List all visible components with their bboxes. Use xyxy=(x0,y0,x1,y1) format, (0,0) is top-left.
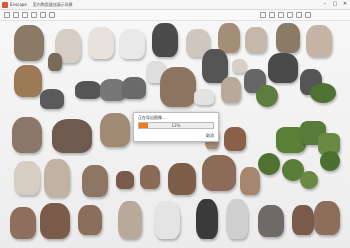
vase xyxy=(100,113,130,147)
vase xyxy=(276,23,300,53)
vase xyxy=(10,207,36,239)
export-icon[interactable] xyxy=(305,12,311,18)
vase xyxy=(314,201,340,235)
scale-icon[interactable] xyxy=(31,12,37,18)
vase xyxy=(168,163,196,195)
move-icon[interactable] xyxy=(13,12,19,18)
vase xyxy=(268,53,298,83)
settings-icon[interactable] xyxy=(278,12,284,18)
vase xyxy=(258,205,284,237)
vase xyxy=(52,119,92,153)
vase xyxy=(44,159,70,197)
vase xyxy=(221,77,241,103)
vase xyxy=(194,89,214,105)
vase xyxy=(245,27,267,53)
vase xyxy=(14,65,42,97)
vase xyxy=(292,205,314,235)
vase xyxy=(14,161,40,195)
plant xyxy=(310,83,336,103)
vase xyxy=(14,25,44,61)
progress-label: 12% xyxy=(171,123,181,128)
plant xyxy=(256,85,278,107)
vase xyxy=(118,201,142,239)
vase xyxy=(226,199,248,239)
vase xyxy=(88,27,114,59)
vase xyxy=(218,23,240,53)
dialog-title: 正在导出图像... xyxy=(138,115,166,120)
vase xyxy=(224,127,246,151)
grid-icon[interactable] xyxy=(287,12,293,18)
export-progress-dialog: 正在导出图像... 12% 取消 xyxy=(133,112,219,142)
vase xyxy=(119,29,145,59)
vase xyxy=(12,117,42,153)
plant xyxy=(300,171,318,189)
vase xyxy=(140,165,160,189)
window-controls: – □ ✕ xyxy=(320,0,350,9)
vase xyxy=(202,155,236,191)
title-bar: Enscape 室内陶瓷器皿展示场景 – □ ✕ xyxy=(0,0,350,10)
vase xyxy=(78,205,102,235)
vase xyxy=(40,203,70,239)
select-icon[interactable] xyxy=(4,12,10,18)
vase xyxy=(48,53,62,71)
vase xyxy=(116,171,134,189)
render-icon[interactable] xyxy=(269,12,275,18)
vase xyxy=(75,81,101,99)
app-logo-icon xyxy=(2,1,8,8)
light-icon[interactable] xyxy=(49,12,55,18)
progress-bar: 12% xyxy=(138,122,214,129)
vase xyxy=(40,89,64,109)
plant xyxy=(320,151,340,171)
minimize-button[interactable]: – xyxy=(320,0,330,9)
material-icon[interactable] xyxy=(260,12,266,18)
vase xyxy=(160,67,196,107)
view-icon[interactable] xyxy=(296,12,302,18)
maximize-button[interactable]: □ xyxy=(330,0,340,9)
vase xyxy=(154,201,180,239)
vase xyxy=(196,199,218,239)
window-title: 室内陶瓷器皿展示场景 xyxy=(32,1,73,7)
vase xyxy=(240,167,260,195)
vase xyxy=(232,59,246,73)
vase xyxy=(306,25,332,57)
rotate-icon[interactable] xyxy=(22,12,28,18)
app-name: Enscape xyxy=(10,2,27,7)
toolbar xyxy=(0,10,350,21)
camera-icon[interactable] xyxy=(40,12,46,18)
plant xyxy=(258,153,280,175)
vase xyxy=(82,165,108,197)
close-button[interactable]: ✕ xyxy=(340,0,350,9)
cancel-button[interactable]: 取消 xyxy=(206,133,214,139)
vase xyxy=(152,23,178,57)
vase xyxy=(122,77,146,99)
